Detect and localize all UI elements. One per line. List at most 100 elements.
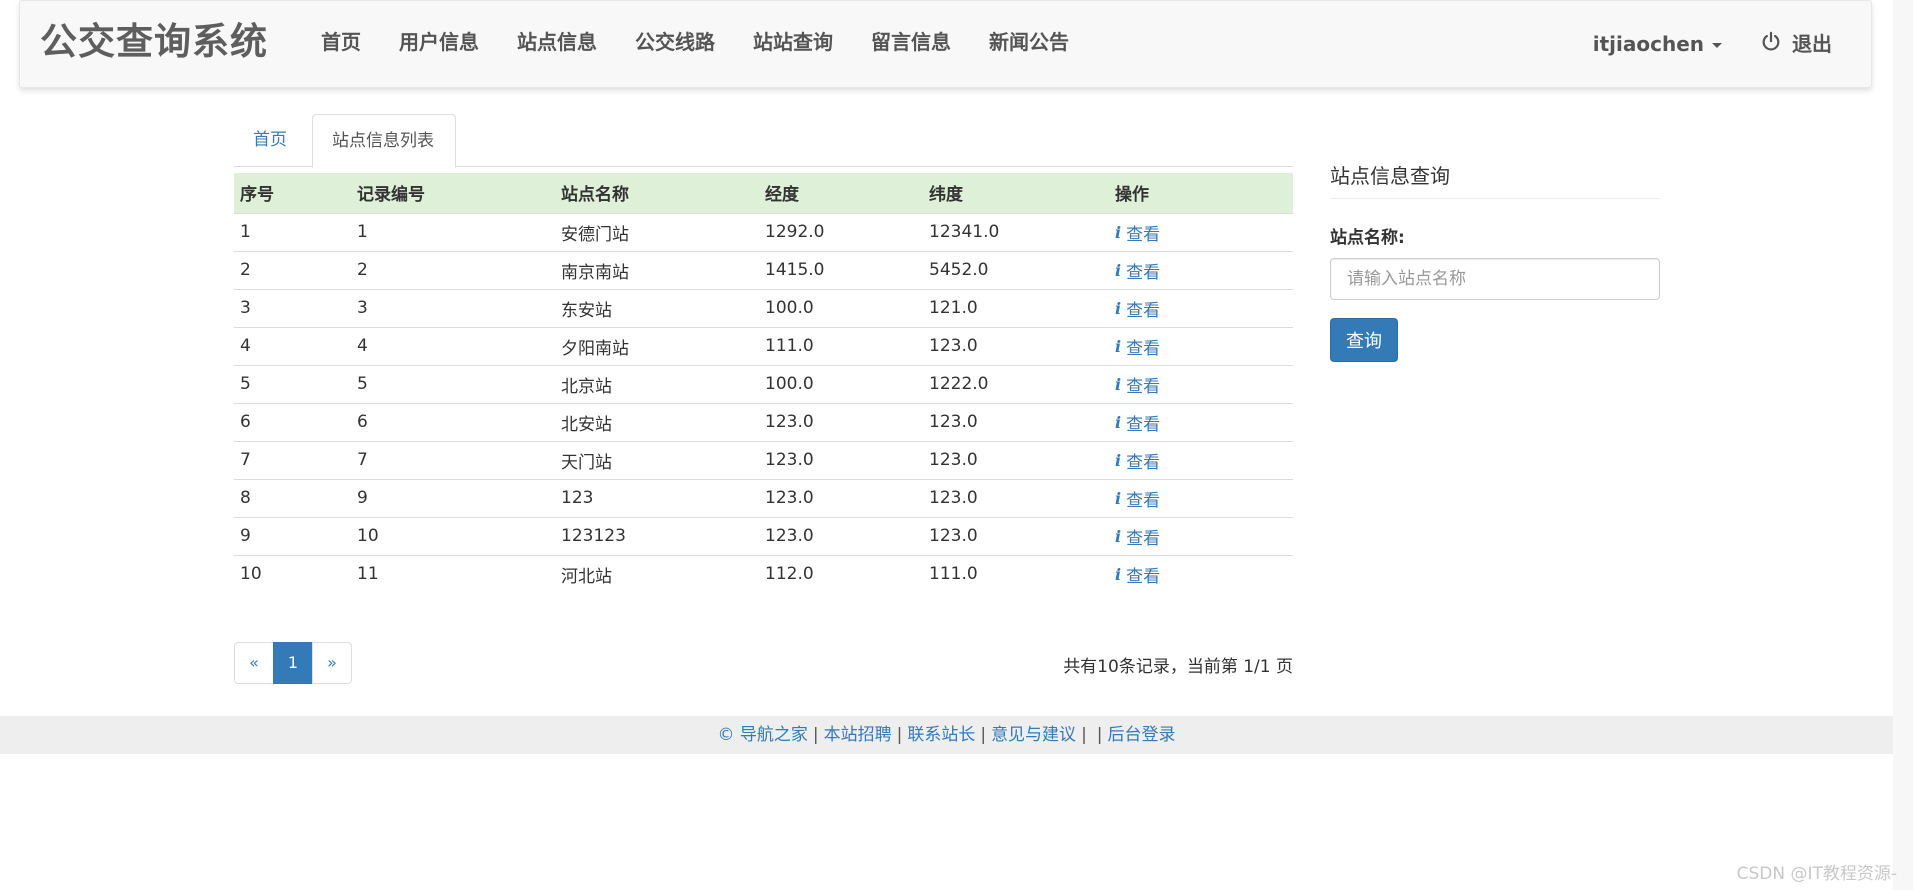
- user-name: itjiaochen: [1592, 32, 1704, 56]
- view-link[interactable]: i 查看: [1115, 258, 1160, 283]
- cell-action: i 查看: [1109, 212, 1293, 251]
- cell-latitude: 123.0: [923, 516, 1109, 555]
- footer-link-feedback[interactable]: 意见与建议: [991, 725, 1076, 745]
- nav-item-news[interactable]: 新闻公告: [970, 1, 1088, 87]
- pagination: « 1 »: [234, 642, 352, 684]
- search-panel-title: 站点信息查询: [1330, 150, 1660, 199]
- footer-separator: |: [1096, 725, 1103, 745]
- caret-down-icon: [1712, 43, 1722, 48]
- query-button[interactable]: 查询: [1330, 318, 1398, 362]
- view-link[interactable]: i 查看: [1115, 296, 1160, 321]
- tab-home[interactable]: 首页: [234, 114, 312, 167]
- cell-longitude: 100.0: [759, 288, 923, 327]
- view-link[interactable]: i 查看: [1115, 410, 1160, 435]
- cell-station-name: 夕阳南站: [555, 326, 759, 365]
- page-button-current[interactable]: 1: [273, 642, 313, 684]
- info-icon: i: [1115, 450, 1122, 470]
- footer-separator: |: [896, 725, 903, 745]
- tab-station-list[interactable]: 站点信息列表: [312, 114, 456, 168]
- footer-separator: |: [1081, 725, 1087, 745]
- user-dropdown[interactable]: itjiaochen: [1574, 1, 1741, 87]
- footer-link-admin-login[interactable]: 后台登录: [1108, 725, 1176, 745]
- header-action: 操作: [1109, 173, 1293, 213]
- table-row: 5 5 北京站 100.0 1222.0 i 查看: [234, 364, 1293, 403]
- nav-item-routes[interactable]: 公交线路: [616, 1, 734, 87]
- cell-seq: 2: [234, 250, 351, 289]
- cell-record-id: 4: [351, 326, 555, 365]
- view-label: 查看: [1126, 300, 1161, 321]
- station-name-input[interactable]: [1330, 258, 1660, 300]
- view-link[interactable]: i 查看: [1115, 562, 1160, 587]
- cell-station-name: 北京站: [555, 364, 759, 403]
- table-row: 7 7 天门站 123.0 123.0 i 查看: [234, 440, 1293, 479]
- cell-latitude: 123.0: [923, 440, 1109, 479]
- cell-record-id: 2: [351, 250, 555, 289]
- prev-page-button[interactable]: «: [234, 642, 274, 684]
- cell-action: i 查看: [1109, 440, 1293, 479]
- view-link[interactable]: i 查看: [1115, 524, 1160, 549]
- info-icon: i: [1115, 374, 1122, 394]
- logout-button[interactable]: 退出: [1741, 1, 1851, 87]
- view-link[interactable]: i 查看: [1115, 372, 1160, 397]
- info-icon: i: [1115, 526, 1122, 546]
- header-seq: 序号: [234, 173, 351, 213]
- station-name-label: 站点名称:: [1330, 228, 1405, 248]
- cell-seq: 7: [234, 440, 351, 479]
- view-link[interactable]: i 查看: [1115, 486, 1160, 511]
- info-icon: i: [1115, 298, 1122, 318]
- cell-latitude: 5452.0: [923, 250, 1109, 289]
- view-label: 查看: [1126, 376, 1161, 397]
- nav-item-stations[interactable]: 站点信息: [498, 1, 616, 87]
- header-station-name: 站点名称: [555, 173, 759, 213]
- footer-link-contact[interactable]: 联系站长: [907, 725, 975, 745]
- page-summary: 共有10条记录，当前第 1/1 页: [1063, 657, 1293, 677]
- cell-longitude: 123.0: [759, 440, 923, 479]
- view-link[interactable]: i 查看: [1115, 448, 1160, 473]
- cell-longitude: 1292.0: [759, 212, 923, 251]
- nav-item-users[interactable]: 用户信息: [380, 1, 498, 87]
- cell-action: i 查看: [1109, 326, 1293, 365]
- cell-latitude: 123.0: [923, 326, 1109, 365]
- cell-seq: 10: [234, 554, 351, 593]
- footer-link-jobs[interactable]: 本站招聘: [824, 725, 892, 745]
- cell-longitude: 123.0: [759, 402, 923, 441]
- table-row: 6 6 北安站 123.0 123.0 i 查看: [234, 402, 1293, 441]
- cell-action: i 查看: [1109, 250, 1293, 289]
- view-label: 查看: [1126, 452, 1161, 473]
- info-icon: i: [1115, 564, 1122, 584]
- brand-logo[interactable]: 公交查询系统: [40, 1, 268, 87]
- scrollbar-track[interactable]: [1893, 0, 1913, 890]
- cell-longitude: 123.0: [759, 516, 923, 555]
- cell-record-id: 11: [351, 554, 555, 593]
- footer-separator: |: [980, 725, 987, 745]
- cell-record-id: 1: [351, 212, 555, 251]
- header-longitude: 经度: [759, 173, 923, 213]
- table-row: 2 2 南京南站 1415.0 5452.0 i 查看: [234, 250, 1293, 289]
- view-link[interactable]: i 查看: [1115, 334, 1160, 359]
- cell-longitude: 1415.0: [759, 250, 923, 289]
- nav-item-messages[interactable]: 留言信息: [852, 1, 970, 87]
- cell-latitude: 123.0: [923, 478, 1109, 517]
- cell-longitude: 111.0: [759, 326, 923, 365]
- view-link[interactable]: i 查看: [1115, 220, 1160, 245]
- cell-longitude: 123.0: [759, 478, 923, 517]
- cell-station-name: 安德门站: [555, 212, 759, 251]
- nav-item-station-query[interactable]: 站站查询: [734, 1, 852, 87]
- info-icon: i: [1115, 222, 1122, 242]
- cell-seq: 5: [234, 364, 351, 403]
- cell-record-id: 5: [351, 364, 555, 403]
- view-label: 查看: [1126, 262, 1161, 283]
- cell-seq: 4: [234, 326, 351, 365]
- cell-record-id: 10: [351, 516, 555, 555]
- power-icon: [1762, 31, 1780, 51]
- footer-link-home[interactable]: © 导航之家: [717, 725, 807, 745]
- cell-station-name: 123: [555, 478, 759, 517]
- next-page-button[interactable]: »: [312, 642, 352, 684]
- cell-latitude: 111.0: [923, 554, 1109, 593]
- view-label: 查看: [1126, 528, 1161, 549]
- cell-station-name: 河北站: [555, 554, 759, 593]
- cell-station-name: 天门站: [555, 440, 759, 479]
- footer-separator: |: [812, 725, 819, 745]
- nav-item-home[interactable]: 首页: [302, 1, 380, 87]
- info-icon: i: [1115, 488, 1122, 508]
